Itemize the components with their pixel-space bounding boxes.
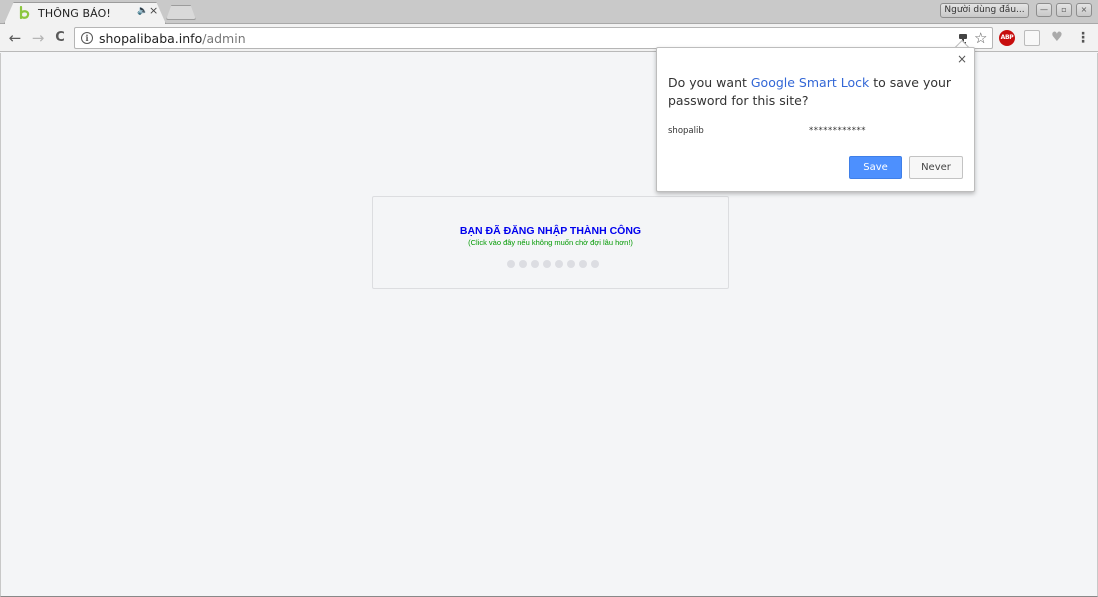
smart-lock-link[interactable]: Google Smart Lock <box>751 75 869 90</box>
loading-dot <box>543 260 551 268</box>
loading-dots <box>507 260 603 270</box>
back-arrow-icon[interactable]: ← <box>6 29 24 47</box>
saved-username: shopalib <box>668 126 704 136</box>
minimize-button[interactable]: — <box>1036 3 1052 17</box>
tab-close-icon[interactable]: × <box>149 4 158 17</box>
smart-lock-bubble: × Do you want Google Smart Lock to save … <box>656 47 975 192</box>
notice-redirect-link[interactable]: (Click vào đây nếu không muốn chờ đợi lâ… <box>373 238 728 247</box>
loading-dot <box>519 260 527 268</box>
loading-dot <box>531 260 539 268</box>
tab-strip: THÔNG BÁO! 🔈 × Người dùng đầu... — ▫ × <box>0 0 1098 24</box>
reload-icon[interactable]: C <box>51 29 69 47</box>
b-logo-icon <box>18 6 32 20</box>
url-host: shopalibaba.info <box>99 31 203 46</box>
url-path: /admin <box>202 31 246 46</box>
smart-lock-prompt: Do you want Google Smart Lock to save yo… <box>668 74 958 110</box>
info-icon[interactable]: i <box>81 32 93 44</box>
bubble-close-icon[interactable]: × <box>957 52 967 66</box>
speaker-icon[interactable]: 🔈 <box>137 6 148 16</box>
login-notice-box: BẠN ĐÃ ĐĂNG NHẬP THÀNH CÔNG (Click vào đ… <box>372 196 729 289</box>
url-text[interactable]: shopalibaba.info/admin <box>99 31 246 46</box>
address-bar[interactable]: i shopalibaba.info/admin ☆ <box>74 27 993 49</box>
restore-button[interactable]: ▫ <box>1056 3 1072 17</box>
never-button[interactable]: Never <box>909 156 963 179</box>
loading-dot <box>567 260 575 268</box>
prompt-text-before: Do you want <box>668 75 751 90</box>
heart-extension-icon[interactable]: ♥ <box>1049 30 1065 46</box>
new-tab-button[interactable] <box>166 5 196 20</box>
bookmark-star-icon[interactable]: ☆ <box>974 29 987 47</box>
loading-dot <box>591 260 599 268</box>
save-button[interactable]: Save <box>849 156 902 179</box>
tab-title: THÔNG BÁO! <box>38 6 111 20</box>
profile-button[interactable]: Người dùng đầu... <box>940 3 1029 18</box>
forward-arrow-icon[interactable]: → <box>29 29 47 47</box>
saved-password: ************ <box>809 126 866 136</box>
adblock-plus-icon[interactable]: ABP <box>999 30 1015 46</box>
menu-icon[interactable]: ⋮ <box>1076 30 1090 46</box>
notice-title: BẠN ĐÃ ĐĂNG NHẬP THÀNH CÔNG <box>459 225 642 237</box>
loading-dot <box>555 260 563 268</box>
extension-icon[interactable] <box>1024 30 1040 46</box>
close-window-button[interactable]: × <box>1076 3 1092 17</box>
loading-dot <box>507 260 515 268</box>
loading-dot <box>579 260 587 268</box>
